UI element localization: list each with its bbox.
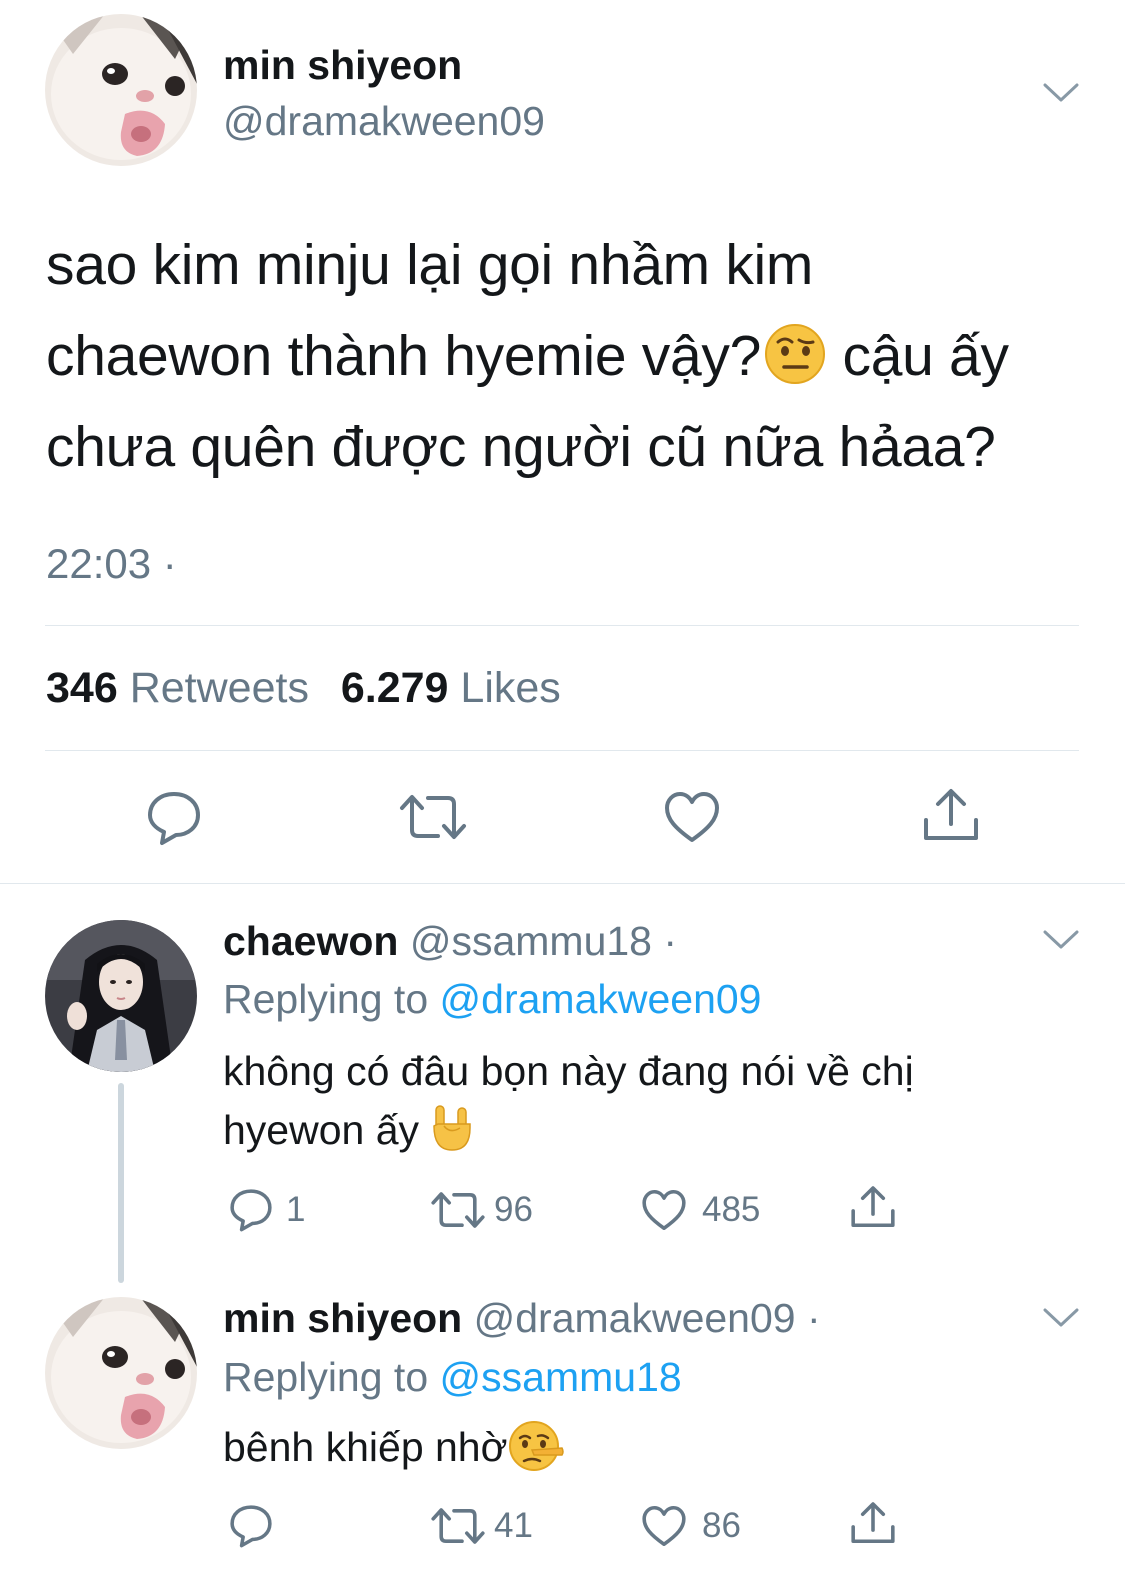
reply-text-line: bênh khiếp nhờ <box>223 1418 564 1478</box>
share-icon[interactable] <box>922 786 980 844</box>
avatar[interactable] <box>45 920 197 1072</box>
tweet-text-fragment: chaewon thành hyemie vậy? <box>46 324 761 388</box>
reply-icon[interactable] <box>229 1188 273 1232</box>
replying-to-link[interactable]: @dramakween09 <box>440 976 762 1022</box>
like-icon[interactable] <box>641 1188 687 1232</box>
user-handle[interactable]: @ssammu18 · <box>410 918 677 964</box>
like-count[interactable]: 86 <box>702 1506 741 1546</box>
reply-header: min shiyeon @dramakween09 · <box>223 1295 821 1342</box>
display-name[interactable]: min shiyeon <box>223 42 462 89</box>
retweet-icon[interactable] <box>430 1190 486 1230</box>
tweet-timestamp[interactable]: 22:03 · <box>46 540 177 588</box>
like-icon[interactable] <box>641 1504 687 1548</box>
likes-label[interactable]: Likes <box>460 664 560 712</box>
cat-avatar-image <box>45 14 197 166</box>
reply-icon[interactable] <box>229 1504 273 1548</box>
retweet-icon[interactable] <box>398 792 468 842</box>
reply-count[interactable]: 1 <box>286 1190 305 1230</box>
replying-to-label: Replying to <box>223 1354 429 1400</box>
display-name[interactable]: min shiyeon <box>223 1295 462 1341</box>
share-icon[interactable] <box>850 1184 896 1230</box>
retweets-count[interactable]: 346 <box>46 664 118 712</box>
girl-avatar-image <box>45 920 197 1072</box>
reply-text-line: hyewon ấy <box>223 1101 914 1160</box>
reply-header: chaewon @ssammu18 · <box>223 918 677 965</box>
divider <box>45 625 1079 626</box>
reply-text-line: không có đâu bọn này đang nói về chị <box>223 1048 914 1094</box>
retweets-label[interactable]: Retweets <box>130 664 309 712</box>
reply-text: bênh khiếp nhờ <box>223 1418 564 1478</box>
reply-icon[interactable] <box>146 790 202 846</box>
tweet-text-line: chaewon thành hyemie vậy? cậu ấy <box>46 311 1086 402</box>
section-divider <box>0 883 1125 884</box>
retweet-count[interactable]: 41 <box>494 1506 533 1546</box>
reply-text-fragment: bênh khiếp nhờ <box>223 1424 508 1470</box>
tweet-text-line: chưa quên được người cũ nữa hảaa? <box>46 415 996 479</box>
avatar[interactable] <box>45 14 197 166</box>
divider <box>45 750 1079 751</box>
display-name[interactable]: chaewon <box>223 918 398 964</box>
chevron-down-icon[interactable] <box>1043 82 1079 104</box>
chevron-down-icon[interactable] <box>1043 1307 1079 1329</box>
face-with-raised-eyebrow-icon <box>764 323 825 384</box>
cat-avatar-image <box>45 1297 197 1449</box>
likes-count[interactable]: 6.279 <box>341 664 449 712</box>
tweet-text-fragment: cậu ấy <box>826 324 1009 388</box>
replying-to: Replying to @dramakween09 <box>223 976 762 1023</box>
like-icon[interactable] <box>663 790 721 844</box>
reply-text-fragment: hyewon ấy <box>223 1107 420 1153</box>
engagement-counts: 346 Retweets 6.279 Likes <box>46 664 561 713</box>
avatar[interactable] <box>45 1297 197 1449</box>
replying-to-label: Replying to <box>223 976 429 1022</box>
retweet-count[interactable]: 96 <box>494 1190 533 1230</box>
retweet-icon[interactable] <box>430 1506 486 1546</box>
tweet-text-line: sao kim minju lại gọi nhầm kim <box>46 233 814 297</box>
tweet-text: sao kim minju lại gọi nhầm kim chaewon t… <box>46 220 1086 493</box>
reply-text: không có đâu bọn này đang nói về chị hye… <box>223 1042 914 1160</box>
like-count[interactable]: 485 <box>702 1190 760 1230</box>
thread-connector <box>118 1083 124 1283</box>
sign-of-the-horns-icon <box>433 1105 472 1151</box>
replying-to-link[interactable]: @ssammu18 <box>440 1354 682 1400</box>
user-handle[interactable]: @dramakween09 · <box>474 1295 821 1341</box>
share-icon[interactable] <box>850 1500 896 1546</box>
replying-to: Replying to @ssammu18 <box>223 1354 682 1401</box>
chevron-down-icon[interactable] <box>1043 929 1079 951</box>
lying-face-icon <box>508 1421 564 1472</box>
user-handle[interactable]: @dramakween09 <box>223 98 545 145</box>
